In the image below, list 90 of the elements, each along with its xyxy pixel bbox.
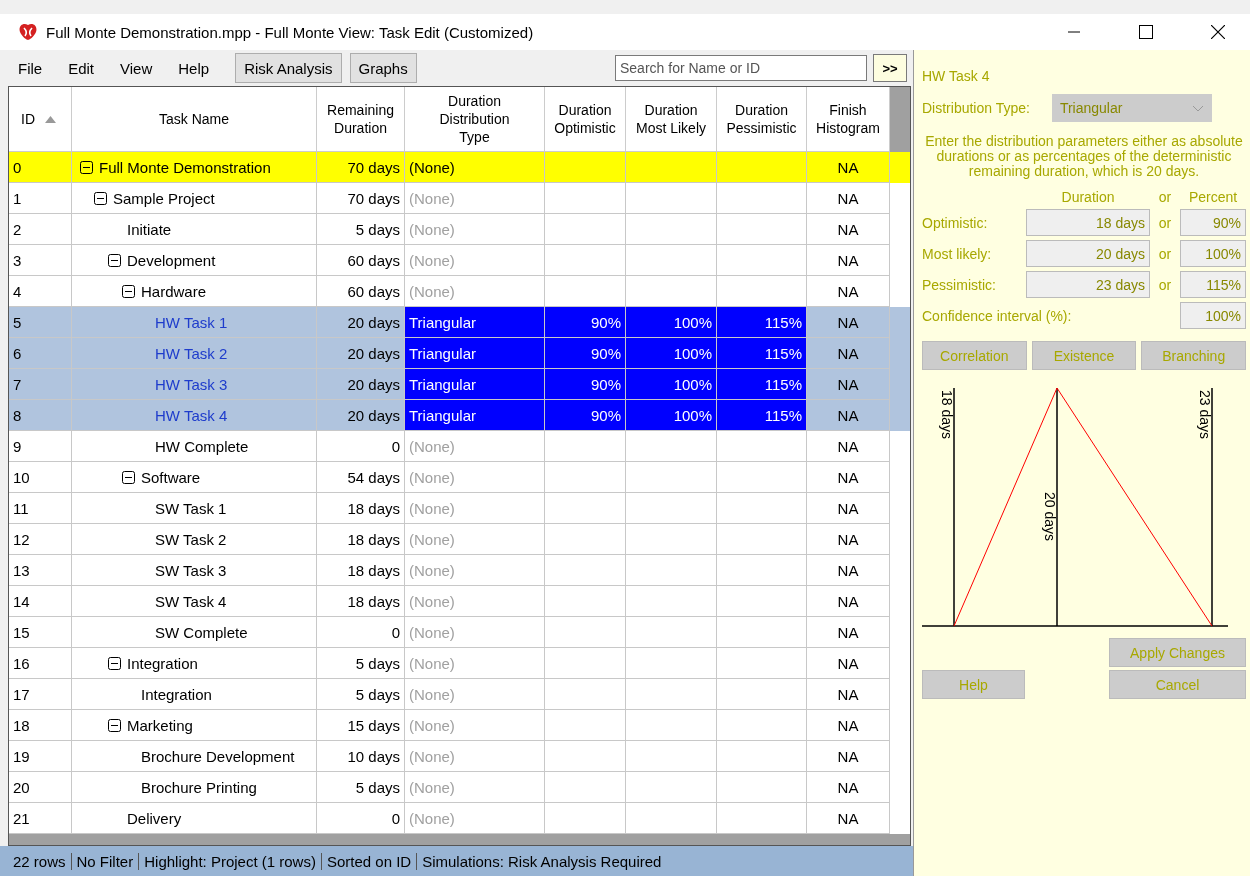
table-row[interactable]: 14 SW Task 4 18 days (None) NA xyxy=(9,586,910,617)
table-row[interactable]: 18 Marketing 15 days (None) NA xyxy=(9,710,910,741)
table-row[interactable]: 11 SW Task 1 18 days (None) NA xyxy=(9,493,910,524)
table-row[interactable]: 13 SW Task 3 18 days (None) NA xyxy=(9,555,910,586)
or-text: or xyxy=(1157,214,1173,231)
menu-item[interactable]: File xyxy=(18,59,43,77)
distribution-graph: 18 days 20 days 23 days xyxy=(922,380,1228,630)
percent-cell: 100% xyxy=(626,369,717,400)
percent-heading: Percent xyxy=(1187,189,1239,205)
status-text: No Filter xyxy=(71,852,140,870)
table-row[interactable]: 6 HW Task 2 20 days Triangular 90% 100% 115% NA xyxy=(9,338,910,369)
collapse-icon[interactable] xyxy=(108,656,121,670)
column-header[interactable]: Duration Distribution Type xyxy=(405,87,545,152)
status-text: Sorted on ID xyxy=(321,852,418,870)
distribution-label: Distribution Type: xyxy=(922,100,1030,116)
menu-item[interactable]: View xyxy=(120,59,153,77)
collapse-icon[interactable] xyxy=(94,191,107,205)
distribution-cell: Triangular xyxy=(405,369,545,400)
percent-cell: 100% xyxy=(626,307,717,338)
param-label: Most likely: xyxy=(922,245,993,262)
collapse-icon[interactable] xyxy=(122,284,135,298)
table-row[interactable]: 20 Brochure Printing 5 days (None) NA xyxy=(9,772,910,803)
collapse-icon[interactable] xyxy=(108,253,121,267)
id-cell: 21 xyxy=(9,803,72,834)
table-row[interactable]: 12 SW Task 2 18 days (None) NA xyxy=(9,524,910,555)
column-header[interactable]: Duration Pessimistic xyxy=(717,87,807,152)
param-label: Optimistic: xyxy=(922,214,989,231)
status-text: 22 rows xyxy=(8,852,72,870)
instructions-text: Enter the distribution parameters either as absolute durations or as percentages of the deterministic remaining duration, which is 20 days. xyxy=(924,134,1244,179)
distribution-cell: (None) xyxy=(405,803,545,834)
window-title: Full Monte Demonstration.mpp - Full Monte View: Task Edit (Customized) xyxy=(46,23,535,41)
app-logo-icon xyxy=(18,23,38,41)
percent-cell: 90% xyxy=(545,338,626,369)
table-row[interactable]: 15 SW Complete 0 (None) NA xyxy=(9,617,910,648)
menu-item[interactable]: Edit xyxy=(68,59,95,77)
collapse-icon[interactable] xyxy=(108,718,121,732)
toolbar-button[interactable]: Graphs xyxy=(349,53,417,83)
percent-cell: 100% xyxy=(626,400,717,431)
table-row[interactable]: 21 Delivery 0 (None) NA xyxy=(9,803,910,834)
table-row[interactable]: 10 Software 54 days (None) NA xyxy=(9,462,910,493)
collapse-icon[interactable] xyxy=(80,160,93,174)
or-text: or xyxy=(1157,245,1173,262)
column-header[interactable]: Remaining Duration xyxy=(317,87,405,152)
panel-toggle-button[interactable]: >> xyxy=(873,54,907,82)
percent-cell: 100% xyxy=(626,338,717,369)
percent-cell: 90% xyxy=(545,307,626,338)
collapse-icon[interactable] xyxy=(122,470,135,484)
table-row[interactable]: 7 HW Task 3 20 days Triangular 90% 100% 115% NA xyxy=(9,369,910,400)
duration-heading: Duration xyxy=(1060,189,1116,205)
task-name-cell: Delivery xyxy=(72,803,317,834)
column-header[interactable]: Task Name xyxy=(72,87,317,152)
table-row[interactable]: 3 Development 60 days (None) NA xyxy=(9,245,910,276)
column-header[interactable]: ID xyxy=(9,87,72,152)
table-row[interactable]: 19 Brochure Development 10 days (None) NA xyxy=(9,741,910,772)
distribution-cell: Triangular xyxy=(405,400,545,431)
table-row[interactable]: 16 Integration 5 days (None) NA xyxy=(9,648,910,679)
param-label: Pessimistic: xyxy=(922,276,997,293)
percent-cell: 90% xyxy=(545,400,626,431)
column-header[interactable]: Duration Most Likely xyxy=(626,87,717,152)
table-row[interactable]: 8 HW Task 4 20 days Triangular 90% 100% 115% NA xyxy=(9,400,910,431)
status-text: Simulations: Risk Analysis Required xyxy=(421,852,663,870)
maximize-icon xyxy=(1139,25,1153,39)
distribution-cell: Triangular xyxy=(405,338,545,369)
toolbar-button[interactable]: Risk Analysis xyxy=(235,53,342,83)
table-row[interactable]: 0 Full Monte Demonstration 70 days (None) NA xyxy=(9,152,910,183)
task-title: HW Task 4 xyxy=(922,68,991,84)
percent-cell: 90% xyxy=(545,369,626,400)
table-row[interactable]: 4 Hardware 60 days (None) NA xyxy=(9,276,910,307)
chevron-down-icon xyxy=(1191,104,1204,112)
column-header[interactable]: Duration Optimistic xyxy=(545,87,626,152)
percent-cell: 115% xyxy=(717,400,807,431)
column-header[interactable]: Finish Histogram xyxy=(807,87,890,152)
percent-cell: 115% xyxy=(717,307,807,338)
status-text: Highlight: Project (1 rows) xyxy=(139,852,322,870)
duration-cell: 0 xyxy=(317,803,405,834)
menu-item[interactable]: Help xyxy=(178,59,210,77)
confidence-label: Confidence interval (%): xyxy=(922,307,1073,324)
table-row[interactable]: 5 HW Task 1 20 days Triangular 90% 100% 115% NA xyxy=(9,307,910,338)
histogram-cell: NA xyxy=(807,803,890,834)
percent-cell: 115% xyxy=(717,338,807,369)
table-row[interactable]: 1 Sample Project 70 days (None) NA xyxy=(9,183,910,214)
table-row[interactable]: 9 HW Complete 0 (None) NA xyxy=(9,431,910,462)
close-icon xyxy=(1211,25,1225,39)
percent-cell: 115% xyxy=(717,369,807,400)
search-field[interactable]: Search for Name or ID xyxy=(615,55,867,81)
table-row[interactable]: 17 Integration 5 days (None) NA xyxy=(9,679,910,710)
or-heading: or xyxy=(1157,189,1173,205)
distribution-cell: Triangular xyxy=(405,307,545,338)
or-text: or xyxy=(1157,276,1173,293)
table-row[interactable]: 2 Initiate 5 days (None) NA xyxy=(9,214,910,245)
